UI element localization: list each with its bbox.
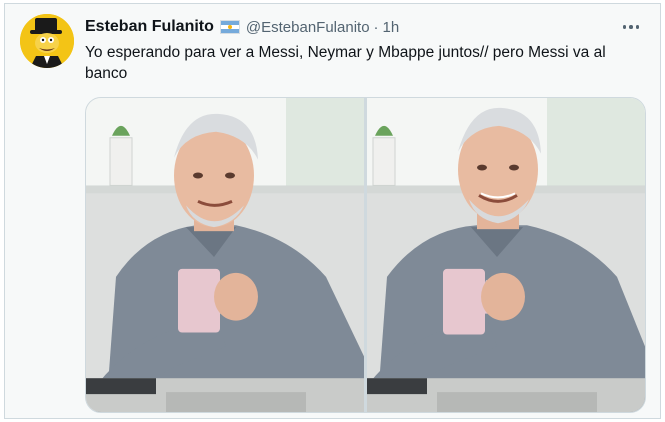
tweet-header: Esteban Fulanito @EstebanFulanito · 1h xyxy=(85,14,644,40)
meme-photo-left[interactable] xyxy=(86,98,364,412)
separator-dot: · xyxy=(373,18,379,36)
meme-photo-right[interactable] xyxy=(367,98,645,412)
meme-image-left xyxy=(86,98,364,412)
user-handle[interactable]: @EstebanFulanito xyxy=(246,19,370,36)
timestamp[interactable]: 1h xyxy=(383,19,400,36)
avatar[interactable] xyxy=(20,14,74,68)
argentina-flag-icon xyxy=(219,20,240,34)
display-name[interactable]: Esteban Fulanito xyxy=(85,18,214,36)
media-grid[interactable] xyxy=(85,97,646,413)
tweet-text: Yo esperando para ver a Messi, Neymar y … xyxy=(85,44,606,82)
tweet-card[interactable]: Esteban Fulanito @EstebanFulanito · 1h Y… xyxy=(4,3,661,419)
meme-image-right xyxy=(367,98,645,412)
more-options-icon[interactable] xyxy=(618,14,644,40)
top-hat-cartoon-avatar-icon xyxy=(20,14,74,68)
